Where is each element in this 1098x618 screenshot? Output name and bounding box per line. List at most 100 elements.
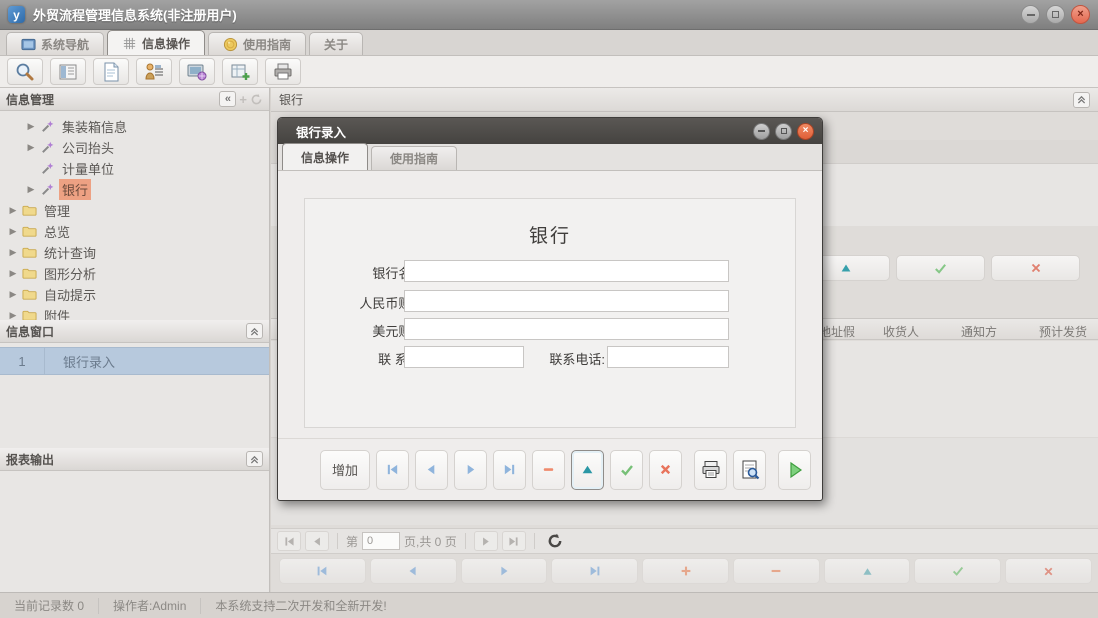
tree-item-container-info[interactable]: ▶ 集装箱信息	[0, 116, 269, 137]
first-record-button[interactable]	[376, 450, 409, 490]
expand-arrow-icon[interactable]: ▶	[8, 268, 18, 279]
form-title: 银行	[305, 221, 795, 248]
prev-record-icon	[406, 564, 420, 578]
tree-item-label: 计量单位	[59, 158, 117, 179]
tree-item-auto-reminder[interactable]: ▶ 自动提示	[0, 284, 269, 305]
last-record-button[interactable]	[493, 450, 526, 490]
post-button[interactable]	[610, 450, 643, 490]
column-header[interactable]: 地址假	[819, 323, 855, 340]
bank-name-input[interactable]	[404, 260, 729, 282]
minimize-button[interactable]	[1021, 5, 1040, 24]
refresh-button[interactable]	[543, 533, 567, 549]
contact-input[interactable]	[404, 346, 524, 368]
rmb-account-input[interactable]	[404, 290, 729, 312]
expand-arrow-icon[interactable]: ▶	[26, 184, 36, 195]
record-count-label: 当前记录数 0	[0, 598, 99, 614]
print-button[interactable]	[694, 450, 727, 490]
next-record-button[interactable]	[454, 450, 487, 490]
run-button[interactable]	[778, 450, 811, 490]
dialog-close-button[interactable]: ×	[797, 123, 814, 140]
prev-page-button[interactable]	[305, 531, 329, 551]
dialog-tab-info-operation[interactable]: 信息操作	[282, 143, 368, 170]
monitor-globe-icon	[186, 61, 208, 83]
tree-item-company-header[interactable]: ▶ 公司抬头	[0, 137, 269, 158]
monitor-icon	[21, 37, 36, 52]
triangle-up-icon	[861, 565, 874, 578]
expand-arrow-icon[interactable]: ▶	[8, 289, 18, 300]
tree-item-chart-analysis[interactable]: ▶ 图形分析	[0, 263, 269, 284]
tree-item-bank[interactable]: ▶ 银行	[0, 179, 269, 200]
collapse-up-button[interactable]	[1073, 92, 1090, 108]
form-view-button[interactable]	[50, 58, 86, 85]
prev-record-button[interactable]	[415, 450, 448, 490]
tab-system-nav[interactable]: 系统导航	[6, 32, 104, 55]
info-window-row-selected[interactable]: 1 银行录入	[0, 347, 269, 375]
table-add-button[interactable]	[222, 58, 258, 85]
cancel-record-button[interactable]	[1005, 558, 1092, 584]
post-record-button[interactable]	[914, 558, 1001, 584]
run-icon	[786, 461, 804, 479]
first-record-button[interactable]	[279, 558, 366, 584]
monitor-globe-button[interactable]	[179, 58, 215, 85]
collapse-up-button[interactable]	[246, 451, 263, 467]
dialog-title-bar[interactable]: 银行录入 ×	[278, 118, 822, 144]
tree-item-unit[interactable]: 计量单位	[0, 158, 269, 179]
cancel-button[interactable]	[991, 255, 1080, 281]
prev-page-icon	[311, 535, 324, 548]
print-preview-button[interactable]	[733, 450, 766, 490]
tab-user-guide[interactable]: 使用指南	[208, 32, 306, 55]
first-page-button[interactable]	[277, 531, 301, 551]
edit-button[interactable]	[571, 450, 604, 490]
tree-item-statistics[interactable]: ▶ 统计查询	[0, 242, 269, 263]
last-record-button[interactable]	[551, 558, 638, 584]
next-record-button[interactable]	[461, 558, 548, 584]
tab-about[interactable]: 关于	[309, 32, 363, 55]
page-number-input[interactable]	[362, 532, 400, 550]
phone-input[interactable]	[607, 346, 729, 368]
dialog-minimize-button[interactable]	[753, 123, 770, 140]
usd-account-input[interactable]	[404, 318, 729, 340]
tree-item-overview[interactable]: ▶ 总览	[0, 221, 269, 242]
main-toolbar	[0, 56, 1098, 88]
tab-label: 信息操作	[142, 35, 190, 52]
edit-record-button[interactable]	[824, 558, 911, 584]
sidebar: 信息管理 « + ▶ 集装箱信息 ▶ 公司抬头 计量单位	[0, 88, 270, 592]
column-header[interactable]: 通知方	[961, 323, 997, 340]
column-header[interactable]: 预计发货	[1039, 323, 1087, 340]
close-button[interactable]: ×	[1071, 5, 1090, 24]
tab-info-operation[interactable]: 信息操作	[107, 30, 205, 55]
expand-arrow-icon[interactable]: ▶	[8, 205, 18, 216]
search-button[interactable]	[7, 58, 43, 85]
last-page-button[interactable]	[502, 531, 526, 551]
expand-arrow-icon[interactable]: ▶	[26, 121, 36, 132]
tab-label: 信息操作	[301, 149, 349, 166]
confirm-button[interactable]	[896, 255, 985, 281]
add-button[interactable]: 增加	[320, 450, 370, 490]
expand-arrow-icon[interactable]: ▶	[8, 247, 18, 258]
page-prefix-label: 第	[346, 533, 358, 550]
check-icon	[951, 564, 965, 578]
expand-arrow-icon[interactable]: ▶	[26, 142, 36, 153]
navigation-tree: ▶ 集装箱信息 ▶ 公司抬头 计量单位 ▶ 银行 ▶ 管理	[0, 111, 269, 326]
delete-record-button[interactable]	[733, 558, 820, 584]
column-header[interactable]: 收货人	[883, 323, 919, 340]
dialog-toolbar: 增加	[278, 438, 822, 500]
document-button[interactable]	[93, 58, 129, 85]
collapse-up-button[interactable]	[246, 323, 263, 339]
print-preview-icon	[739, 459, 761, 481]
dialog-maximize-button[interactable]	[775, 123, 792, 140]
user-list-button[interactable]	[136, 58, 172, 85]
add-record-button[interactable]	[642, 558, 729, 584]
tree-item-label: 集装箱信息	[59, 116, 130, 137]
printer-button[interactable]	[265, 58, 301, 85]
delete-button[interactable]	[532, 450, 565, 490]
cancel-button[interactable]	[649, 450, 682, 490]
next-page-button[interactable]	[474, 531, 498, 551]
collapse-left-button[interactable]: «	[219, 91, 236, 107]
maximize-button[interactable]	[1046, 5, 1065, 24]
folder-icon	[22, 224, 37, 239]
prev-record-button[interactable]	[370, 558, 457, 584]
tree-item-management[interactable]: ▶ 管理	[0, 200, 269, 221]
dialog-tab-user-guide[interactable]: 使用指南	[371, 146, 457, 170]
expand-arrow-icon[interactable]: ▶	[8, 226, 18, 237]
